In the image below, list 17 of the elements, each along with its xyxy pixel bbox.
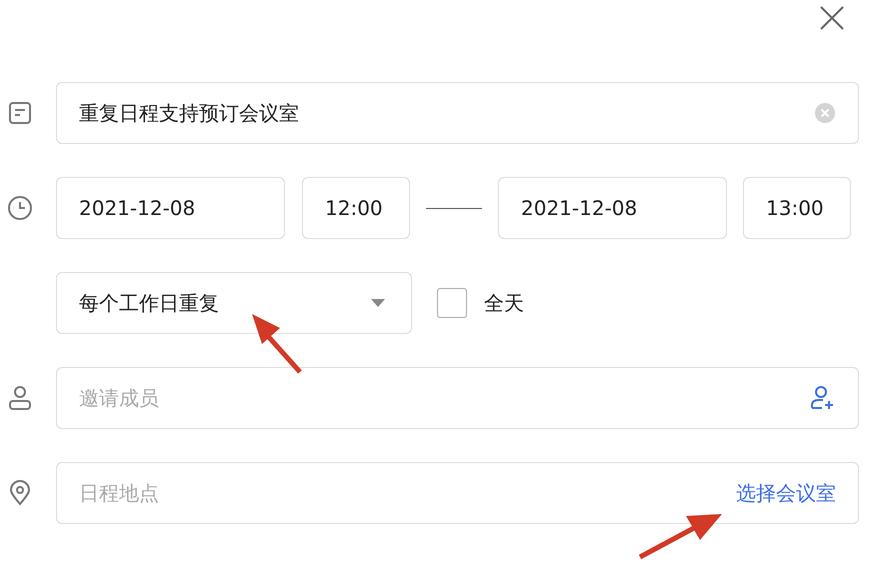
end-date-field[interactable]: 2021-12-08 [498, 177, 727, 239]
person-icon [7, 385, 33, 411]
start-time-field[interactable]: 12:00 [302, 177, 410, 239]
add-person-icon[interactable] [810, 385, 836, 411]
location-field[interactable]: 日程地点 选择会议室 [56, 462, 859, 524]
repeat-dropdown[interactable]: 每个工作日重复 [56, 272, 412, 334]
close-icon[interactable] [819, 5, 845, 31]
location-pin-icon [8, 480, 32, 506]
clock-icon [7, 195, 33, 221]
all-day-label: 全天 [484, 290, 524, 316]
all-day-checkbox[interactable] [437, 288, 467, 318]
note-icon [8, 101, 32, 125]
title-field[interactable]: 重复日程支持预订会议室 [56, 82, 859, 144]
caret-icon [371, 299, 385, 307]
select-room-link[interactable]: 选择会议室 [736, 480, 836, 506]
end-time-field[interactable]: 13:00 [743, 177, 851, 239]
start-date-field[interactable]: 2021-12-08 [56, 177, 285, 239]
